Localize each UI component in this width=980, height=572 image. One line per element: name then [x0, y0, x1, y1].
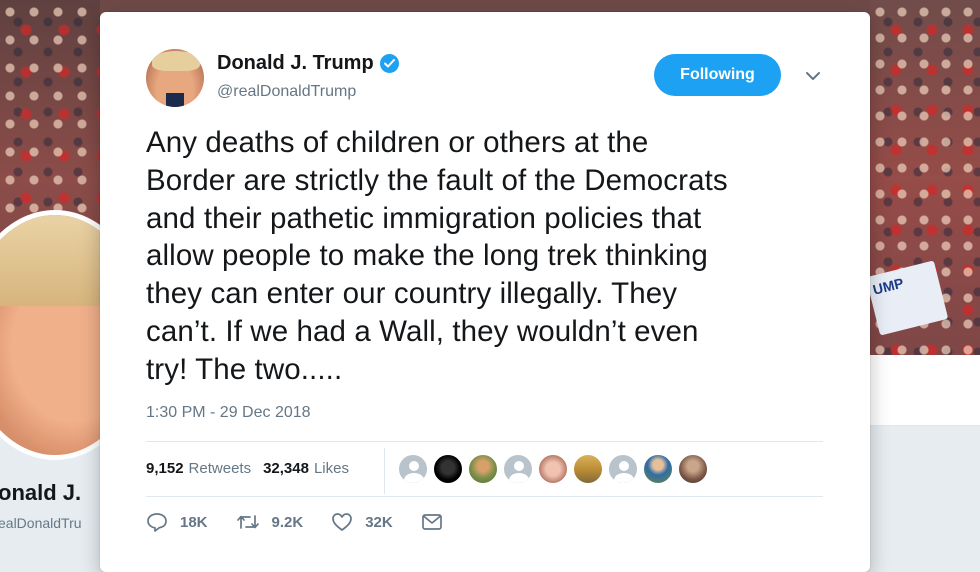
user-avatar-landscape[interactable]	[573, 454, 603, 484]
profile-handle: ealDonaldTru	[0, 515, 82, 531]
liker-avatars	[398, 454, 713, 484]
likes-label[interactable]: Likes	[314, 460, 349, 477]
user-avatar-dark[interactable]	[433, 454, 463, 484]
user-avatar-green[interactable]	[468, 454, 498, 484]
default-avatar-icon[interactable]	[398, 454, 428, 484]
retweet-button[interactable]: 9.2K	[236, 512, 304, 532]
retweets-count[interactable]: 9,152	[146, 460, 184, 477]
reply-count: 18K	[180, 513, 208, 531]
tweet-timestamp[interactable]: 1:30 PM - 29 Dec 2018	[146, 404, 311, 422]
default-avatar-icon[interactable]	[608, 454, 638, 484]
retweet-icon	[236, 515, 259, 529]
verified-badge-icon	[379, 54, 399, 73]
reply-icon	[147, 513, 167, 532]
tweet-text: Any deaths of children or others at the …	[146, 126, 728, 386]
tweet-actions: 18K 9.2K 32K	[146, 512, 483, 532]
following-button[interactable]: Following	[654, 54, 781, 96]
user-avatar-outdoor[interactable]	[643, 454, 673, 484]
envelope-icon	[421, 514, 442, 530]
tweet-card: Donald J. Trump @realDonaldTrump Followi…	[100, 12, 870, 572]
author-handle[interactable]: @realDonaldTrump	[217, 83, 356, 101]
retweets-label[interactable]: Retweets	[189, 460, 252, 477]
default-avatar-icon[interactable]	[503, 454, 533, 484]
like-count: 32K	[365, 513, 393, 531]
heart-icon	[332, 513, 353, 531]
user-avatar-brown[interactable]	[678, 454, 708, 484]
user-avatar-face[interactable]	[538, 454, 568, 484]
chevron-down-icon[interactable]	[803, 66, 823, 86]
divider	[146, 496, 823, 497]
reply-button[interactable]: 18K	[146, 512, 208, 532]
author-name-row[interactable]: Donald J. Trump	[217, 52, 399, 75]
stats-separator	[384, 448, 385, 494]
retweet-count: 9.2K	[271, 513, 304, 531]
profile-name: onald J.	[0, 480, 82, 505]
likes-count[interactable]: 32,348	[263, 460, 309, 477]
divider	[146, 441, 823, 442]
tweet-stats: 9,152 Retweets 32,348 Likes	[146, 460, 361, 477]
author-avatar[interactable]	[146, 49, 204, 107]
like-button[interactable]: 32K	[331, 512, 393, 532]
author-name[interactable]: Donald J. Trump	[217, 52, 374, 75]
direct-message-button[interactable]	[421, 513, 455, 531]
